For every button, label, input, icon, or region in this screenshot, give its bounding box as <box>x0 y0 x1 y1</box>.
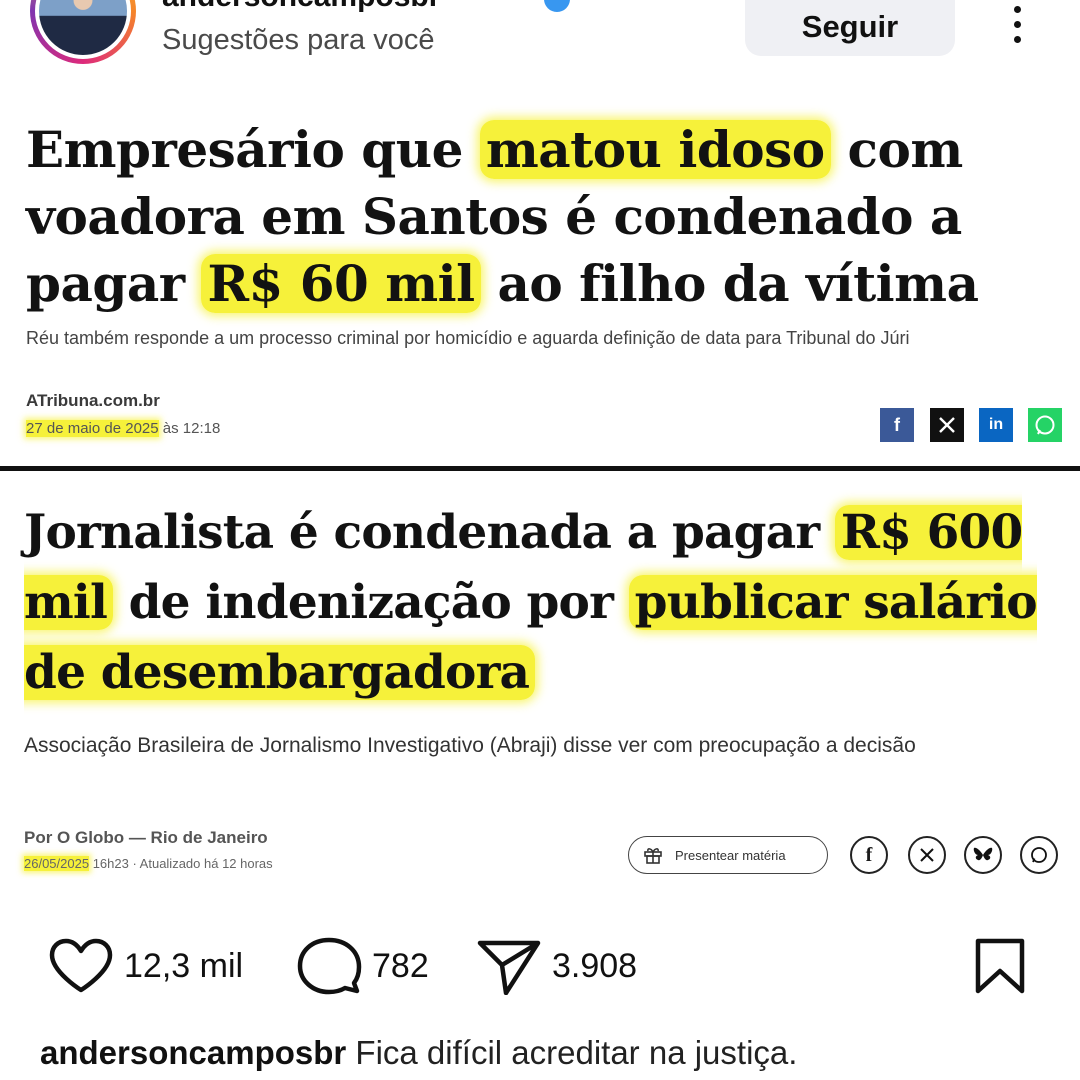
profile-photo <box>35 0 131 59</box>
gift-label: Presentear matéria <box>675 847 786 863</box>
headline-text: Jornalista é condenada a pagar <box>24 505 835 560</box>
article2-time: 16h23 · Atualizado há 12 horas <box>89 856 273 871</box>
bluesky-icon[interactable] <box>964 836 1002 874</box>
headline-text: Empresário que <box>26 120 480 179</box>
article2-byline: Por O Globo — Rio de Janeiro <box>24 828 268 847</box>
article2-headline: Jornalista é condenada a pagar R$ 600 mi… <box>24 498 1074 708</box>
caption-text: Fica difícil acreditar na justiça. <box>346 1034 798 1071</box>
gift-icon <box>644 848 662 864</box>
heart-icon[interactable] <box>48 938 114 994</box>
headline-highlight: R$ 60 mil <box>201 254 481 313</box>
facebook-icon[interactable]: f <box>850 836 888 874</box>
post-header: andersoncamposbr Sugestões para você Seg… <box>0 0 1080 70</box>
headline-highlight: matou idoso <box>479 120 831 179</box>
x-icon[interactable] <box>908 836 946 874</box>
article1-subtitle: Réu também responde a um processo crimin… <box>26 328 910 348</box>
post-username[interactable]: andersoncamposbr <box>162 0 440 14</box>
article-divider <box>0 466 1080 471</box>
comment-count: 782 <box>372 946 429 985</box>
verified-badge-icon <box>544 0 570 12</box>
send-icon[interactable] <box>476 937 542 995</box>
date-highlight: 26/05/2025 <box>24 856 90 871</box>
whatsapp-icon[interactable] <box>1020 836 1058 874</box>
article2-subtitle: Associação Brasileira de Jornalismo Inve… <box>24 734 916 757</box>
linkedin-icon[interactable]: in <box>979 408 1013 442</box>
facebook-icon[interactable]: f <box>880 408 914 442</box>
headline-text: de indenização por <box>113 575 629 630</box>
avatar[interactable] <box>30 0 136 64</box>
share-action[interactable]: 3.908 <box>476 937 638 995</box>
save-action[interactable] <box>972 938 1028 994</box>
like-count: 12,3 mil <box>124 946 244 985</box>
article1-source: ATribuna.com.br <box>26 391 160 410</box>
whatsapp-icon[interactable] <box>1028 408 1062 442</box>
caption-username[interactable]: andersoncamposbr <box>40 1034 346 1071</box>
like-action[interactable]: 12,3 mil <box>48 938 243 994</box>
x-icon[interactable] <box>930 408 964 442</box>
follow-button[interactable]: Seguir <box>745 0 955 56</box>
more-options-icon[interactable] <box>1000 0 1034 48</box>
article1-date: 27 de maio de 2025 às 12:18 <box>26 420 220 437</box>
share-count: 3.908 <box>552 946 638 985</box>
post-caption: andersoncamposbr Fica difícil acreditar … <box>40 1034 797 1072</box>
article1-time: às 12:18 <box>158 420 221 437</box>
comment-icon[interactable] <box>296 937 362 995</box>
date-highlight: 27 de maio de 2025 <box>26 420 159 437</box>
comment-action[interactable]: 782 <box>296 937 429 995</box>
headline-text: ao filho da vítima <box>480 254 979 313</box>
article2-date: 26/05/2025 16h23 · Atualizado há 12 hora… <box>24 856 273 871</box>
bookmark-icon[interactable] <box>972 937 1028 995</box>
gift-article-button[interactable]: Presentear matéria <box>628 836 828 874</box>
article1-headline: Empresário que matou idoso com voadora e… <box>26 116 1066 317</box>
suggestion-label: Sugestões para você <box>162 24 435 56</box>
